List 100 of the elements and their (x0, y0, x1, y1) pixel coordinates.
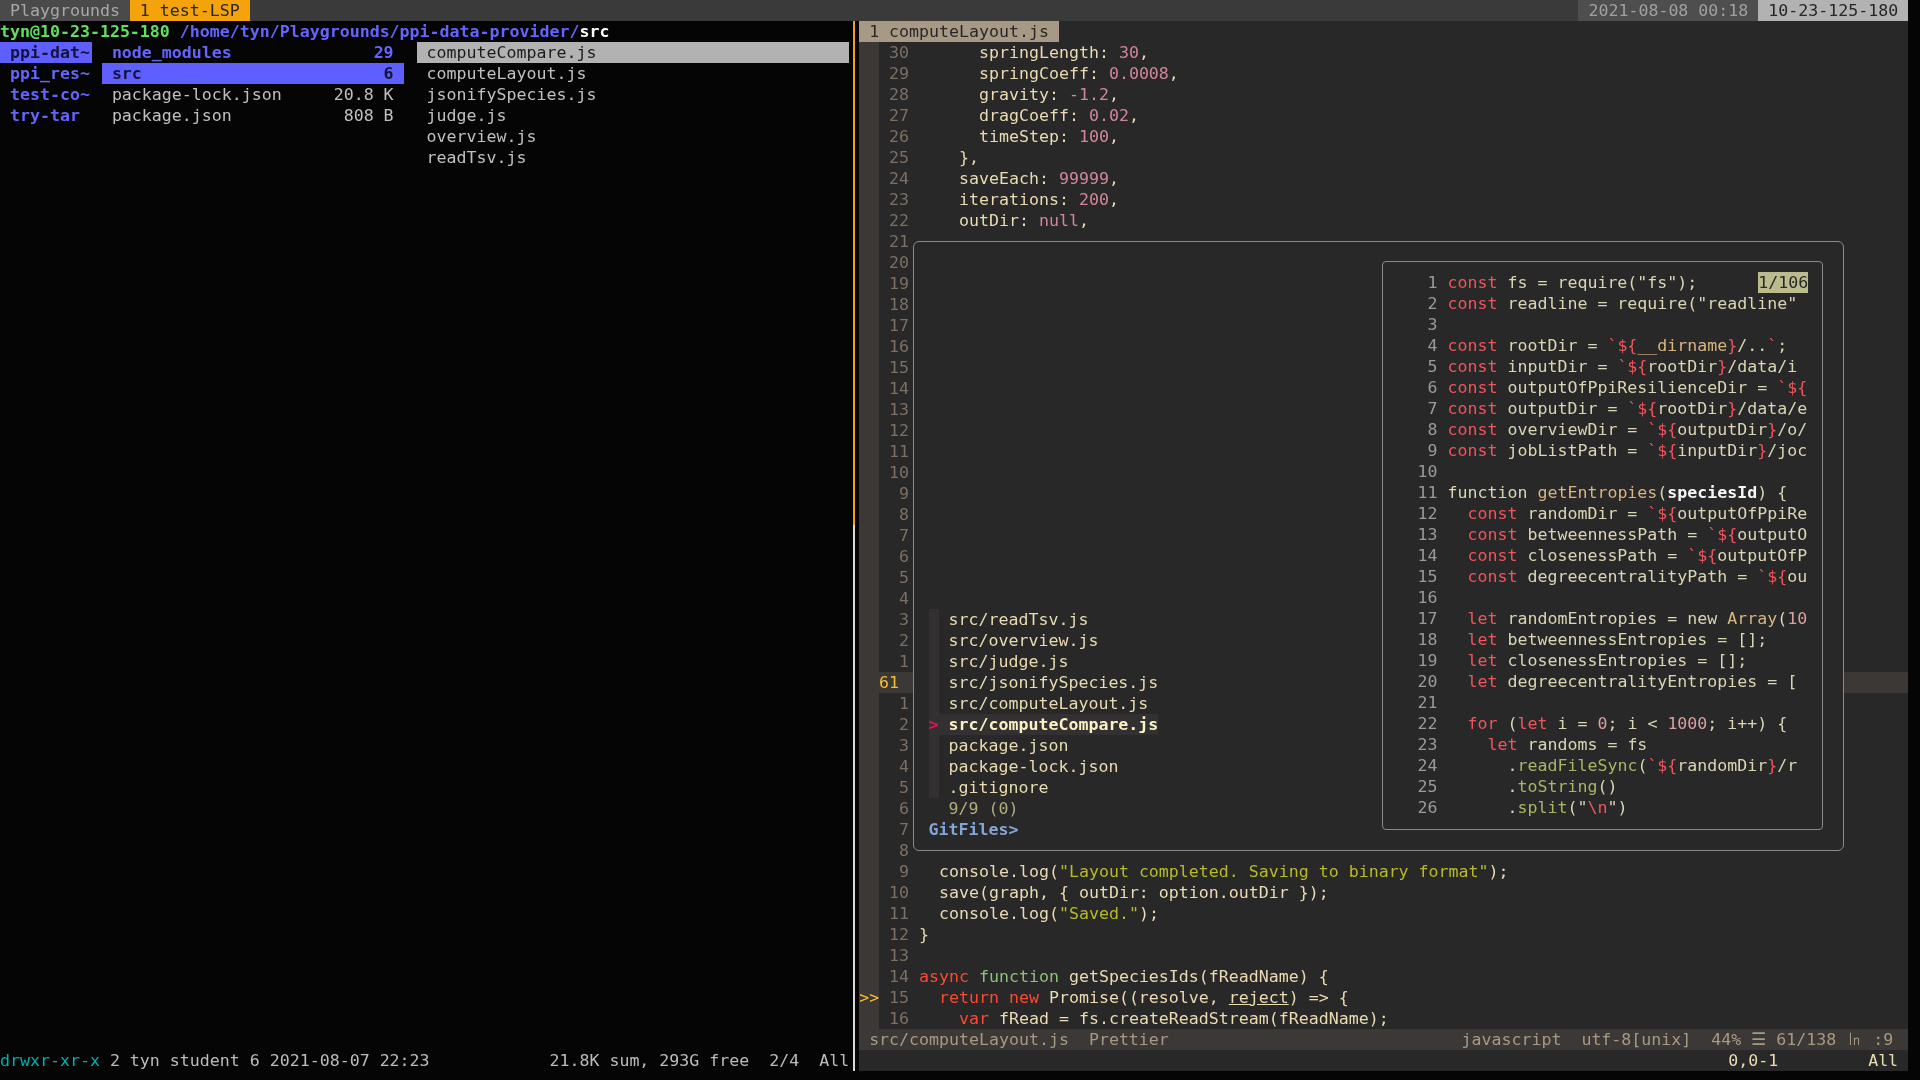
line-number: 16 (888, 1008, 910, 1029)
directory-item[interactable]: ppi-dat~ (0, 42, 92, 63)
date-time: 2021-08-08 00:18 (1578, 0, 1759, 21)
formatter-label: Prettier (1088, 1029, 1169, 1050)
file-item[interactable]: readTsv.js (416, 147, 850, 168)
line-number: 3 (898, 735, 910, 756)
line-number: 8 (898, 840, 910, 861)
file-item[interactable]: computeLayout.js (416, 63, 850, 84)
file-list-item[interactable]: src/judge.js (928, 650, 1069, 672)
code-line: outDir: null, (959, 210, 1089, 231)
ruler-position: 0,0-1 (1728, 1050, 1779, 1071)
code-line: let randomEntropies = new Array(10 (1467, 608, 1808, 629)
file-item[interactable]: jsonifySpecies.js (416, 84, 850, 105)
line-number: 15 (1416, 566, 1438, 587)
code-line: iterations: 200, (959, 189, 1119, 210)
line-number: 23 (1416, 734, 1438, 755)
file-path: src/computeLayout.js (869, 1029, 1069, 1050)
line-number: 1 (898, 693, 910, 714)
file-item[interactable]: overview.js (416, 126, 850, 147)
line-number: 7 (898, 525, 910, 546)
code-line: const betweennessPath = `${outputO (1467, 524, 1808, 545)
filetype-label: javascript (1461, 1029, 1562, 1050)
directory-row[interactable]: src 6 (101, 63, 404, 84)
line-number: 61 (879, 672, 910, 693)
buffer-tab[interactable]: 1 computeLayout.js (859, 21, 1059, 42)
gutter-sign: >> (859, 988, 880, 1007)
session-name: Playgrounds (0, 0, 130, 21)
disk-summary: 21.8K sum, 293G free (549, 1050, 750, 1071)
file-row[interactable]: package-lock.json 20.8 K (101, 84, 404, 105)
code-line: timeStep: 100, (979, 126, 1119, 147)
file-list-item[interactable]: src/jsonifySpecies.js (928, 671, 1159, 693)
code-line: let closenessEntropies = []; (1467, 650, 1748, 671)
code-line: .split("\n") (1507, 797, 1628, 818)
line-number: 4 (1426, 335, 1438, 356)
line-number: 1 (898, 651, 910, 672)
cursor-position: 44% ☰ 61/138 ㏑ :9 (1711, 1029, 1894, 1050)
directory-item[interactable]: ppi_res~ (0, 63, 92, 84)
file-list-item[interactable]: package-lock.json (928, 755, 1119, 777)
directory-item[interactable]: try-tar (0, 105, 92, 126)
code-line: for (let i = 0; i < 1000; i++) { (1467, 713, 1788, 734)
position-text: 2/4 (769, 1050, 800, 1071)
search-prompt[interactable]: GitFiles> (928, 818, 1019, 840)
line-number: 13 (1416, 524, 1438, 545)
line-number: 14 (888, 966, 910, 987)
line-number: 11 (888, 441, 910, 462)
line-number: 24 (1416, 755, 1438, 776)
selection-pointer: > (928, 713, 939, 735)
code-line: save(graph, { outDir: option.outDir }); (939, 882, 1329, 903)
line-number: 4 (898, 756, 910, 777)
line-number: 21 (1416, 692, 1438, 713)
line-number: 22 (888, 210, 910, 231)
encoding-label: utf-8[unix] (1581, 1029, 1692, 1050)
directory-row[interactable]: node_modules 29 (101, 42, 404, 63)
user-host: tyn@10-23-125-180 (0, 21, 170, 42)
line-number: 22 (1416, 713, 1438, 734)
file-list-item[interactable]: package.json (928, 734, 1069, 756)
file-list-item[interactable]: > src/computeCompare.js (928, 713, 1159, 735)
file-size: 20.8 K (333, 84, 394, 105)
line-number: 2 (1426, 293, 1438, 314)
code-line: const randomDir = `${outputOfPpiRe (1467, 503, 1808, 524)
code-line: saveEach: 99999, (959, 168, 1119, 189)
line-number: 29 (888, 63, 910, 84)
file-list-item[interactable]: src/readTsv.js (928, 608, 1089, 630)
code-line: const degreecentralityPath = `${ou (1467, 566, 1808, 587)
line-number: 16 (1416, 587, 1438, 608)
file-size: 808 B (343, 105, 394, 126)
file-list-item[interactable]: src/overview.js (928, 629, 1099, 651)
window-tab[interactable]: 1 test-LSP (129, 0, 250, 21)
line-number: 9 (898, 483, 910, 504)
code-line: console.log("Layout completed. Saving to binary format"); (939, 861, 1509, 882)
directory-item[interactable]: test-co~ (0, 84, 92, 105)
line-number: 26 (1416, 797, 1438, 818)
file-item[interactable]: computeCompare.js (416, 42, 850, 63)
file-list-item[interactable]: src/computeLayout.js (928, 692, 1149, 714)
line-number: 3 (898, 609, 910, 630)
directory-name: src (111, 63, 142, 84)
file-list-item[interactable]: .gitignore (928, 776, 1049, 798)
file-name: package-lock.json (111, 84, 282, 105)
line-number: 12 (888, 420, 910, 441)
directory-path: /home/tyn/Playgrounds/ppi-data-provider/src (179, 21, 610, 42)
line-number: 11 (1416, 482, 1438, 503)
file-item[interactable]: judge.js (416, 105, 850, 126)
line-number: 16 (888, 336, 910, 357)
line-number: 11 (888, 903, 910, 924)
line-number: 7 (898, 819, 910, 840)
line-number: 19 (1416, 650, 1438, 671)
code-line: console.log("Saved."); (939, 903, 1159, 924)
code-line: const rootDir = `${__dirname}/..`; (1447, 335, 1788, 356)
code-line: async function getSpeciesIds(fReadName) { (919, 966, 1329, 987)
line-number: 8 (898, 504, 910, 525)
code-line: springLength: 30, (979, 42, 1149, 63)
file-row[interactable]: package.json 808 B (101, 105, 404, 126)
line-number: 10 (888, 462, 910, 483)
code-line: let randoms = fs (1487, 734, 1648, 755)
line-number: 17 (1416, 608, 1438, 629)
match-count: 9/9 (0) (948, 797, 1019, 819)
line-number: 10 (1416, 461, 1438, 482)
line-number: 6 (898, 798, 910, 819)
line-number: 17 (888, 315, 910, 336)
line-number: 5 (1426, 356, 1438, 377)
